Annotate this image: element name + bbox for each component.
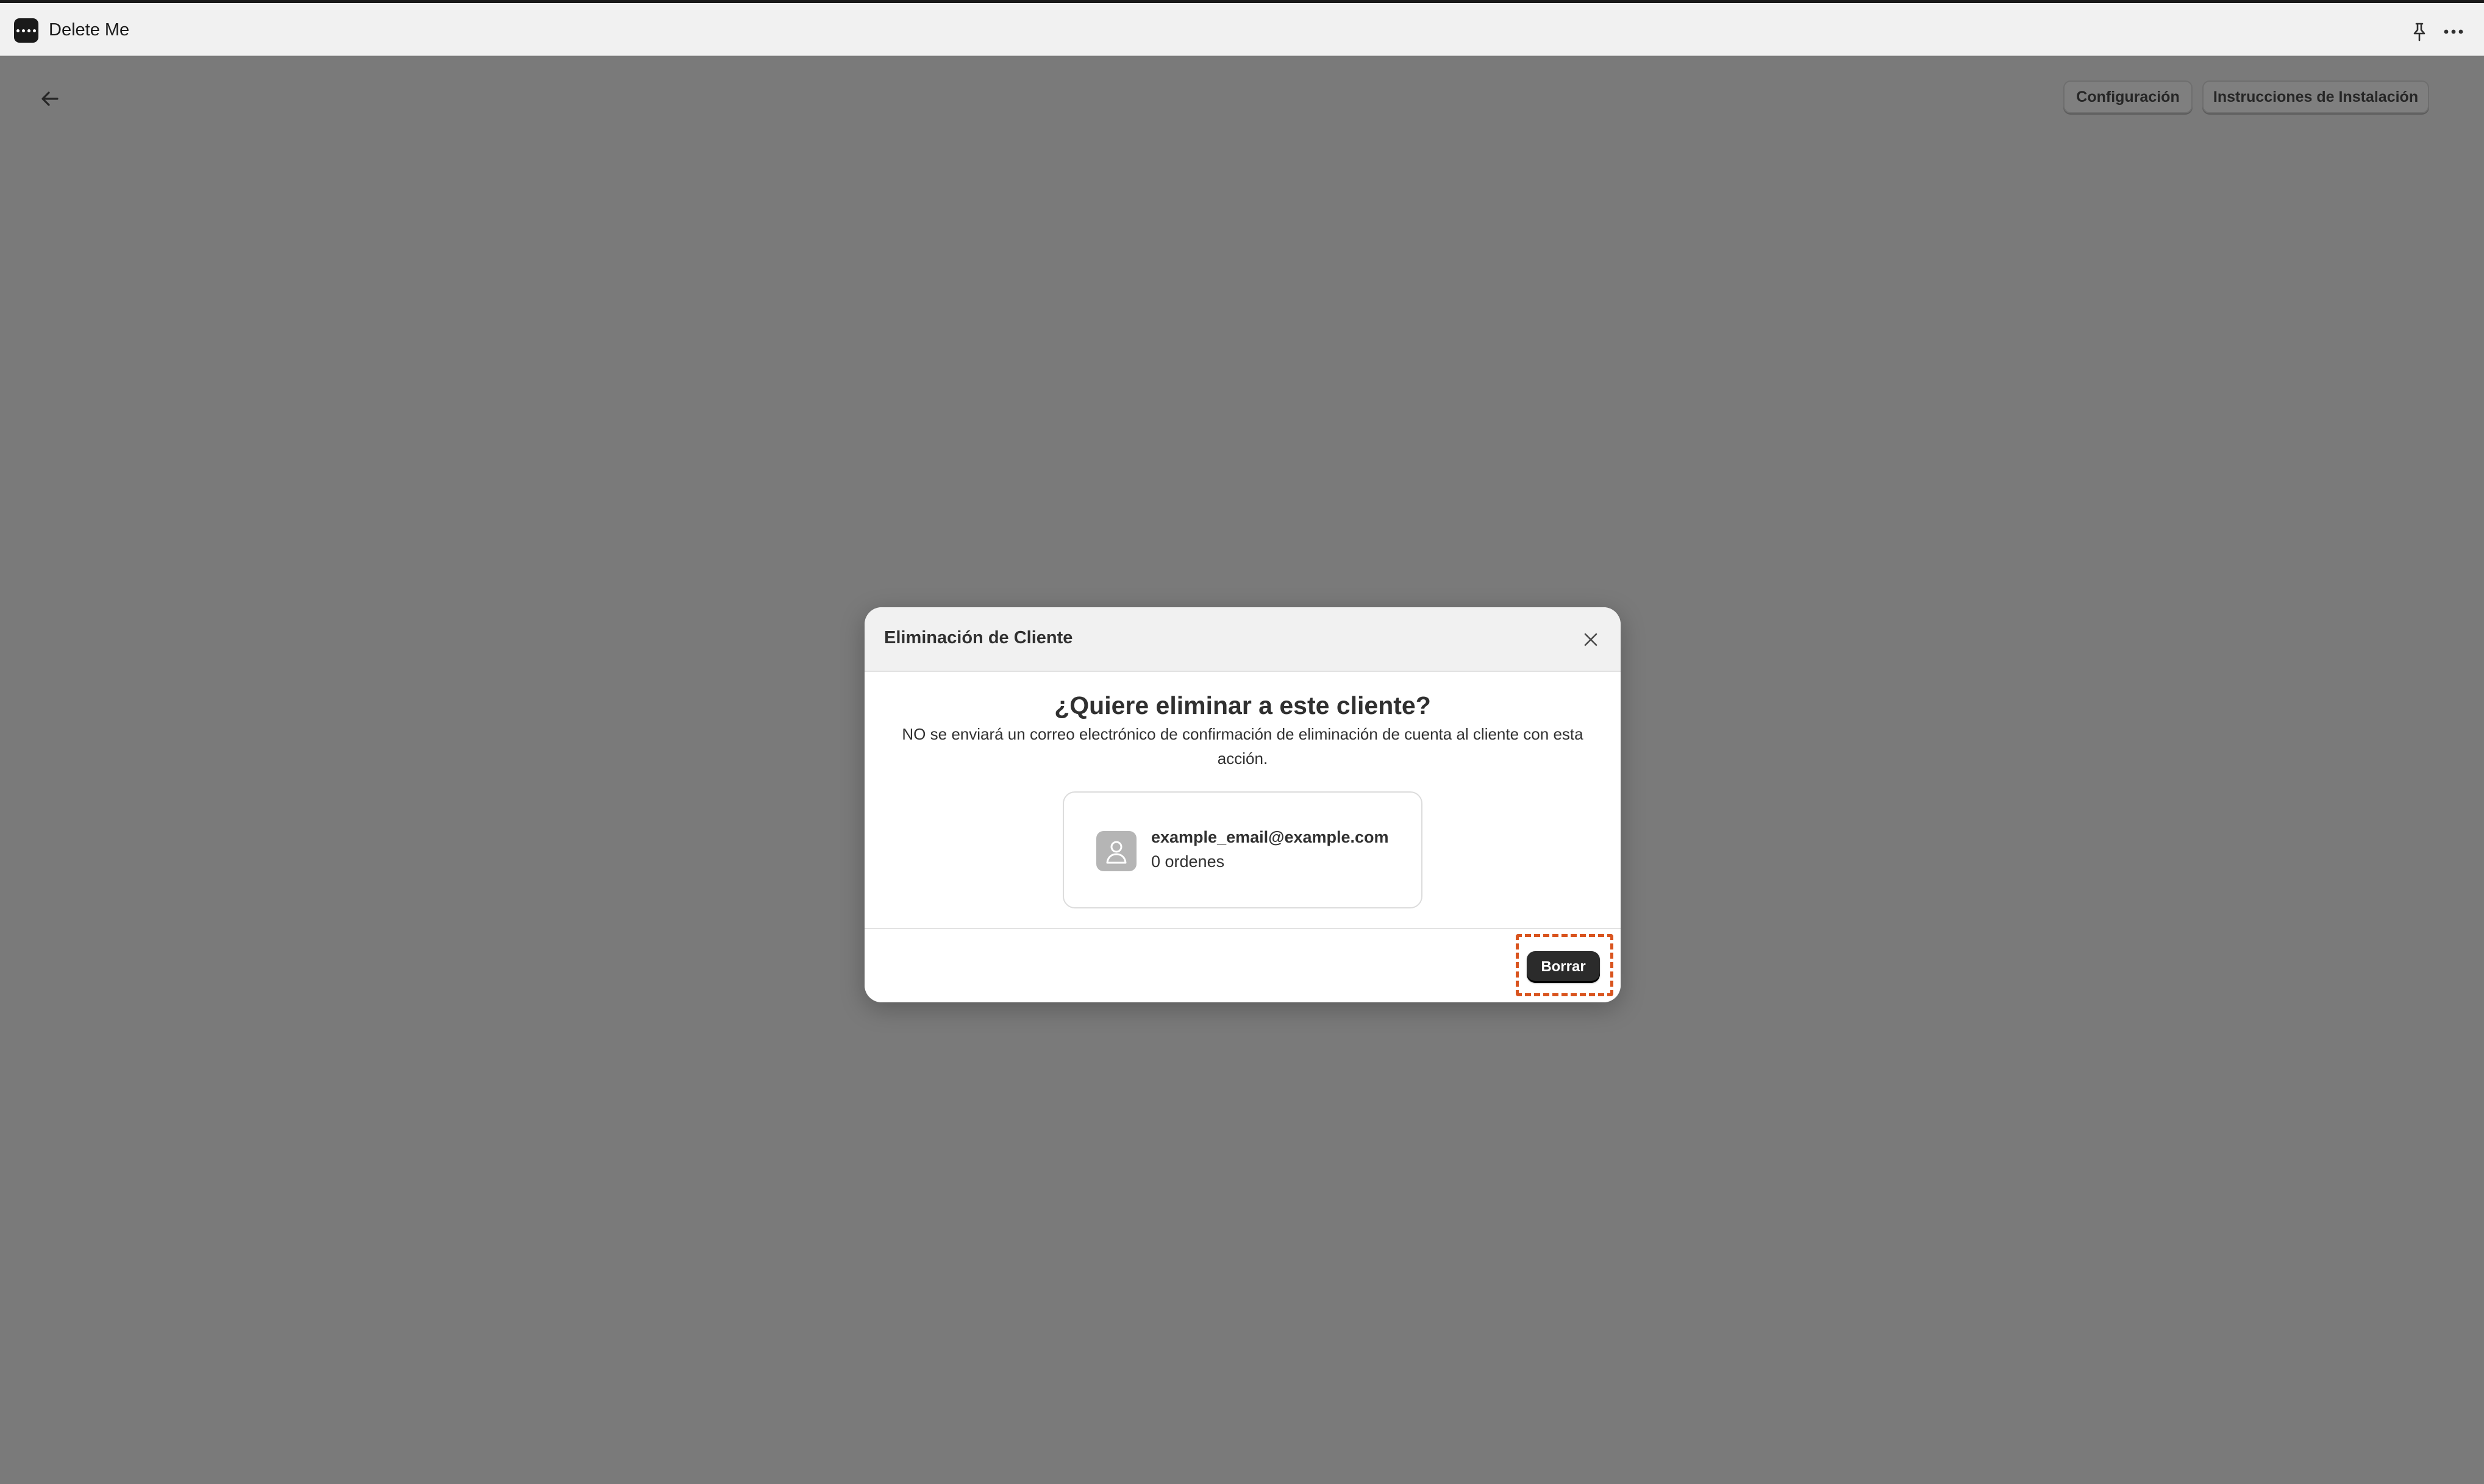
app-title: Delete Me xyxy=(49,20,130,40)
close-icon[interactable] xyxy=(1580,629,1601,650)
configuration-button[interactable]: Configuración xyxy=(2063,80,2193,113)
install-instructions-button[interactable]: Instrucciones de Instalación xyxy=(2202,80,2429,113)
app-top-bar: Delete Me xyxy=(0,0,2484,56)
customer-card: example_email@example.com 0 ordenes xyxy=(1063,791,1422,908)
app-dots-icon xyxy=(14,18,38,43)
modal-header: Eliminación de Cliente xyxy=(865,607,1621,672)
arrow-left-icon[interactable] xyxy=(38,87,62,111)
confirm-question: ¿Quiere eliminar a este cliente? xyxy=(1054,691,1431,719)
customer-email: example_email@example.com xyxy=(1151,828,1389,846)
delete-button[interactable]: Borrar xyxy=(1527,951,1600,983)
more-horizontal-icon[interactable] xyxy=(2441,23,2466,41)
modal-footer xyxy=(865,928,1621,1002)
modal-title: Eliminación de Cliente xyxy=(884,628,1073,647)
delete-customer-modal: Eliminación de Cliente ¿Quiere eliminar … xyxy=(865,607,1621,1002)
no-email-notice: NO se enviará un correo electrónico de c… xyxy=(902,725,1583,768)
user-icon xyxy=(1096,831,1137,871)
pin-icon[interactable] xyxy=(2410,21,2429,42)
customer-order-count: 0 ordenes xyxy=(1151,852,1225,871)
